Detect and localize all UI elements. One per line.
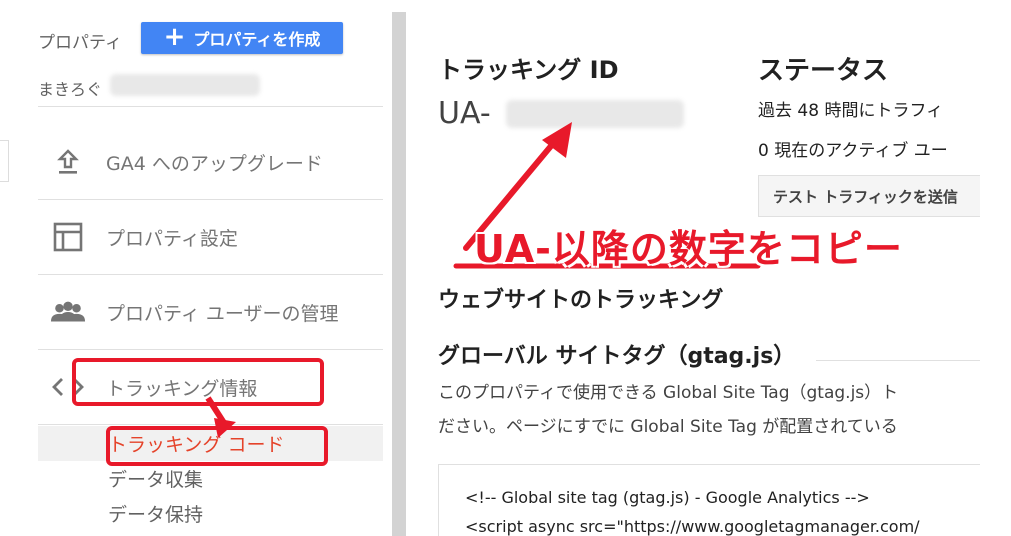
collapsed-column-tab[interactable] bbox=[0, 140, 9, 182]
people-icon bbox=[50, 300, 86, 324]
annotation-text: UA-以降の数字をコピー bbox=[474, 227, 903, 271]
nav-item-label: GA4 へのアップグレード bbox=[106, 152, 323, 175]
submenu-data-retention[interactable]: データ保持 bbox=[38, 496, 383, 531]
divider bbox=[816, 360, 980, 361]
nav-item-property-settings[interactable]: プロパティ設定 bbox=[38, 200, 383, 275]
website-tracking-heading: ウェブサイトのトラッキング bbox=[438, 288, 724, 313]
layout-icon bbox=[50, 222, 86, 252]
code-line: <script async src="https://www.googletag… bbox=[465, 517, 920, 536]
send-test-traffic-button[interactable]: テスト トラフィックを送信 bbox=[758, 175, 980, 217]
submenu-data-collection[interactable]: データ収集 bbox=[38, 461, 383, 496]
blurred-property-id bbox=[110, 74, 260, 96]
panel-divider-scrollbar[interactable] bbox=[392, 12, 406, 536]
plus-icon: + bbox=[163, 22, 186, 52]
status-traffic-text: 過去 48 時間にトラフィ bbox=[758, 101, 944, 121]
annotation-box-tracking-code bbox=[106, 426, 328, 466]
create-property-button[interactable]: + プロパティを作成 bbox=[141, 22, 343, 54]
gtag-code-snippet[interactable]: <!-- Global site tag (gtag.js) - Google … bbox=[438, 464, 980, 536]
gtag-description-line2: ださい。ページにすでに Global Site Tag が配置されている bbox=[438, 417, 898, 437]
property-name: まきろぐ bbox=[38, 80, 103, 99]
blurred-tracking-id bbox=[506, 100, 684, 128]
tracking-id-title: トラッキング ID bbox=[438, 56, 619, 84]
gtag-description-line1: このプロパティで使用できる Global Site Tag（gtag.js）ト bbox=[438, 383, 899, 403]
annotation-box-tracking-info bbox=[72, 358, 324, 406]
nav-item-label: プロパティ設定 bbox=[106, 227, 238, 250]
code-line: <!-- Global site tag (gtag.js) - Google … bbox=[465, 488, 870, 507]
status-active-users-text: 0 現在のアクティブ ユー bbox=[758, 141, 948, 161]
nav-item-property-user-management[interactable]: プロパティ ユーザーの管理 bbox=[38, 275, 383, 350]
status-title: ステータス bbox=[758, 56, 889, 86]
tracking-id-value: UA- bbox=[438, 96, 491, 131]
property-label: プロパティ bbox=[38, 33, 122, 53]
divider bbox=[38, 106, 383, 107]
create-property-label: プロパティを作成 bbox=[193, 30, 321, 49]
nav-item-ga4-upgrade[interactable]: GA4 へのアップグレード bbox=[38, 125, 383, 200]
upload-icon bbox=[50, 149, 86, 175]
nav-item-label: プロパティ ユーザーの管理 bbox=[106, 302, 339, 325]
global-site-tag-heading: グローバル サイトタグ（gtag.js） bbox=[438, 344, 796, 369]
